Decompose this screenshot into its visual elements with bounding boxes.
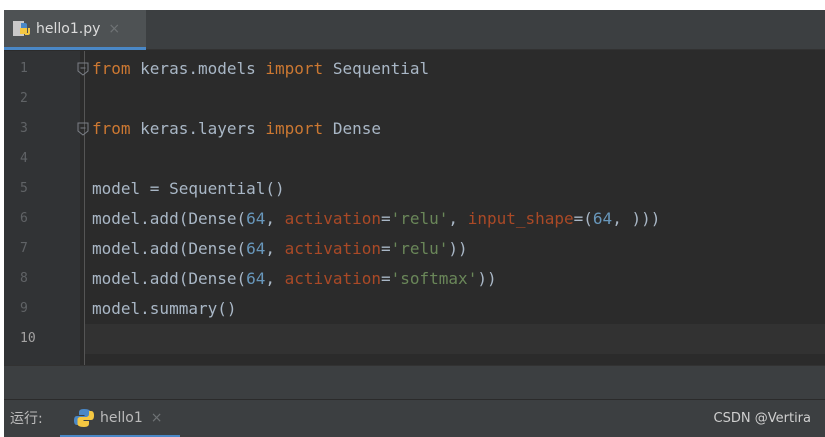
code-token: ,	[265, 269, 285, 288]
code-token: =	[380, 269, 391, 288]
line-number: 10	[20, 331, 36, 346]
horizontal-scroll-area[interactable]	[4, 365, 825, 399]
editor-tab-label: hello1.py	[36, 20, 101, 37]
editor-tab-bar: hello1.py ×	[4, 10, 825, 50]
line-number: 8	[20, 271, 28, 286]
run-label: 运行:	[10, 411, 43, 427]
code-token: model.add(Dense(	[92, 269, 247, 288]
code-token: import	[265, 119, 324, 138]
code-token: model = Sequential()	[92, 179, 285, 198]
line-number: 2	[20, 91, 28, 106]
watermark: CSDN @Vertira	[713, 411, 811, 426]
line-number: 3	[20, 121, 28, 136]
code-line: model.add(Dense(64, activation='softmax'…	[92, 264, 497, 294]
code-token: 'relu'	[390, 209, 449, 228]
run-tab-label: hello1	[100, 409, 143, 426]
current-line-highlight	[85, 324, 825, 354]
code-line: model.add(Dense(64, activation='relu'))	[92, 234, 468, 264]
close-icon[interactable]: ×	[108, 21, 120, 37]
code-token: ))	[477, 269, 497, 288]
code-token: =(	[573, 209, 593, 228]
line-number: 4	[20, 151, 28, 166]
line-number: 1	[20, 61, 28, 76]
code-token: ,	[265, 209, 285, 228]
code-token: ,	[448, 209, 468, 228]
python-icon	[74, 408, 94, 427]
line-number: 9	[20, 301, 28, 316]
code-token: ,	[265, 239, 285, 258]
code-token: =	[380, 239, 391, 258]
code-line: from keras.layers import Dense	[92, 114, 381, 144]
code-editor[interactable]: 1 from keras.models import Sequential 2 3 fr…	[4, 51, 825, 365]
code-token: from	[92, 119, 131, 138]
code-token: activation	[284, 209, 381, 228]
code-token: , )))	[612, 209, 661, 228]
code-token: from	[92, 59, 131, 78]
code-line: model.summary()	[92, 294, 237, 324]
code-line: from keras.models import Sequential	[92, 54, 429, 84]
code-token: activation	[284, 239, 381, 258]
editor-tab-hello1[interactable]: hello1.py ×	[4, 10, 146, 50]
code-token: 64	[246, 239, 266, 258]
code-token: activation	[284, 269, 381, 288]
code-token: Sequential	[323, 59, 430, 78]
close-icon[interactable]: ×	[151, 410, 163, 426]
code-token: 'relu'	[390, 239, 449, 258]
code-token: model.add(Dense(	[92, 239, 247, 258]
ide-window: hello1.py × 1 from keras.models import Se…	[4, 10, 825, 437]
line-number: 6	[20, 211, 28, 226]
code-token: 64	[246, 269, 266, 288]
code-line: model = Sequential()	[92, 174, 285, 204]
python-file-icon	[13, 20, 30, 36]
code-token: input_shape	[467, 209, 574, 228]
line-number: 7	[20, 241, 28, 256]
gutter-separator	[84, 51, 85, 365]
code-token: 'softmax'	[390, 269, 478, 288]
code-token: model.add(Dense(	[92, 209, 247, 228]
code-token: import	[265, 59, 324, 78]
code-token: keras.models	[130, 59, 266, 78]
code-token: 64	[246, 209, 266, 228]
code-line: model.add(Dense(64, activation='relu', i…	[92, 204, 660, 234]
run-tool-window-bar: 运行: hello1 × CSDN @Vertira	[4, 399, 825, 437]
code-token: keras.layers	[130, 119, 266, 138]
code-token: 64	[592, 209, 613, 228]
code-token: Dense	[323, 119, 381, 138]
code-token: ))	[448, 239, 468, 258]
fold-marker-icon[interactable]	[77, 62, 89, 76]
line-number: 5	[20, 181, 28, 196]
code-token: =	[380, 209, 391, 228]
fold-marker-icon[interactable]	[77, 122, 89, 136]
code-token: model.summary()	[92, 299, 237, 318]
run-tab-hello1[interactable]: hello1 ×	[60, 400, 180, 437]
